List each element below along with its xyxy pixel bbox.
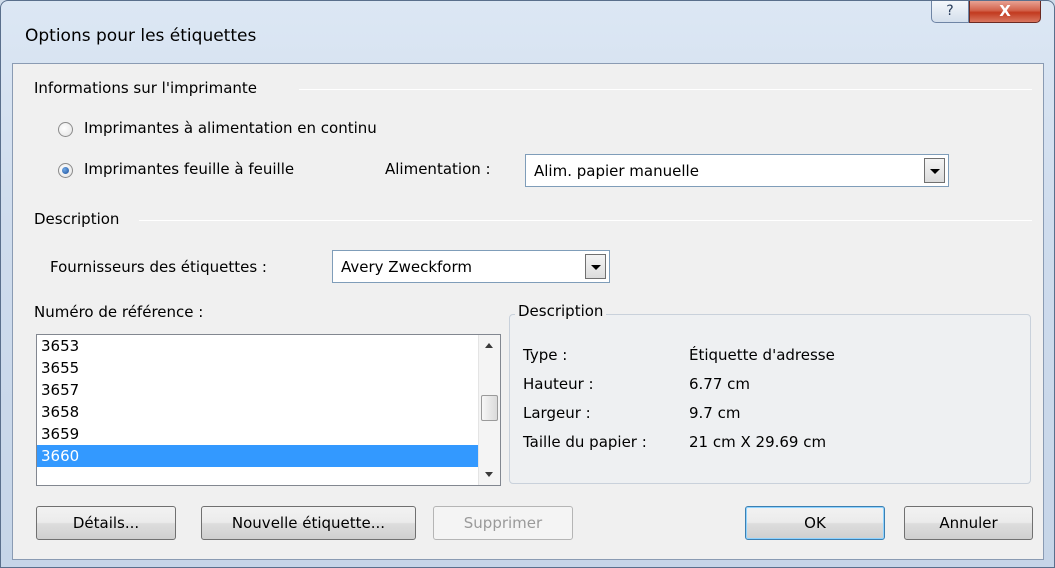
delete-button[interactable]: Supprimer: [433, 506, 573, 540]
label-details-heading: Description: [515, 302, 607, 320]
height-value: 6.77 cm: [689, 375, 751, 393]
paper-size-label: Taille du papier :: [523, 433, 647, 451]
new-label-button[interactable]: Nouvelle étiquette...: [201, 506, 416, 540]
scroll-up-icon[interactable]: [479, 335, 500, 357]
dialog-client-area: Informations sur l'imprimante Imprimante…: [12, 63, 1044, 560]
list-item[interactable]: 3657: [37, 379, 480, 401]
type-value: Étiquette d'adresse: [689, 346, 835, 364]
list-item[interactable]: 3653: [37, 335, 480, 357]
printer-info-heading: Informations sur l'imprimante: [34, 79, 258, 97]
vendor-dropdown-value: Avery Zweckform: [341, 258, 472, 276]
cancel-button[interactable]: Annuler: [904, 506, 1033, 540]
list-scrollbar[interactable]: [478, 335, 500, 485]
chevron-down-icon[interactable]: [924, 158, 945, 183]
title-bar[interactable]: Options pour les étiquettes ? X: [1, 1, 1054, 63]
close-icon: X: [999, 2, 1011, 20]
product-number-label: Numéro de référence :: [34, 303, 204, 321]
tray-dropdown[interactable]: Alim. papier manuelle: [525, 154, 949, 187]
list-item[interactable]: 3659: [37, 423, 480, 445]
type-label: Type :: [523, 346, 568, 364]
description-heading: Description: [34, 210, 120, 228]
product-number-list[interactable]: 3653 3655 3657 3658 3659 3660: [36, 334, 501, 486]
help-button[interactable]: ?: [931, 1, 969, 23]
chevron-down-icon[interactable]: [585, 254, 606, 279]
tray-label: Alimentation :: [385, 160, 491, 178]
radio-sheet-printer[interactable]: [58, 163, 73, 178]
help-icon: ?: [946, 3, 954, 19]
width-value: 9.7 cm: [689, 404, 741, 422]
vendor-dropdown[interactable]: Avery Zweckform: [332, 250, 610, 283]
product-number-items: 3653 3655 3657 3658 3659 3660: [37, 335, 480, 467]
width-label: Largeur :: [523, 404, 591, 422]
list-item-selected[interactable]: 3660: [37, 445, 480, 467]
description-separator: [139, 220, 1032, 221]
radio-continuous-label[interactable]: Imprimantes à alimentation en continu: [84, 119, 377, 137]
label-details-panel: [509, 314, 1031, 484]
list-item[interactable]: 3655: [37, 357, 480, 379]
label-options-dialog: Options pour les étiquettes ? X Informat…: [0, 0, 1055, 568]
window-title: Options pour les étiquettes: [25, 26, 257, 46]
scroll-down-icon[interactable]: [479, 463, 500, 485]
vendor-label: Fournisseurs des étiquettes :: [50, 258, 267, 276]
ok-button[interactable]: OK: [745, 506, 885, 540]
details-button[interactable]: Détails...: [36, 506, 176, 540]
tray-dropdown-value: Alim. papier manuelle: [534, 162, 699, 180]
scrollbar-thumb[interactable]: [481, 395, 498, 421]
printer-info-separator: [299, 89, 1032, 90]
radio-continuous-printer[interactable]: [58, 122, 73, 137]
radio-sheet-label[interactable]: Imprimantes feuille à feuille: [84, 160, 294, 178]
height-label: Hauteur :: [523, 375, 594, 393]
paper-size-value: 21 cm X 29.69 cm: [689, 433, 827, 451]
close-button[interactable]: X: [969, 1, 1041, 23]
list-item[interactable]: 3658: [37, 401, 480, 423]
